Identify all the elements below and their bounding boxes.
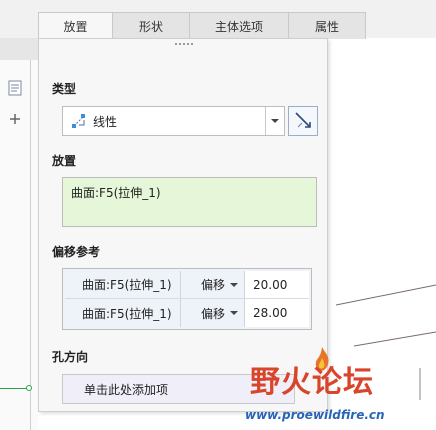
add-icon[interactable] xyxy=(9,113,21,128)
placement-label: 放置 xyxy=(52,154,77,168)
type-selected-value: 线性 xyxy=(93,114,118,129)
placement-reference[interactable]: 曲面:F5(拉伸_1) xyxy=(71,186,161,200)
table-row[interactable]: 曲面:F5(拉伸_1) 偏移 20.00 xyxy=(65,271,309,299)
flip-icon xyxy=(293,110,313,133)
tab-shape[interactable]: 形状 xyxy=(113,12,190,39)
offset-type-dropdown[interactable]: 偏移 xyxy=(181,299,245,327)
model-geometry xyxy=(335,284,436,400)
offset-reference-cell[interactable]: 曲面:F5(拉伸_1) xyxy=(65,271,181,298)
flip-direction-button[interactable] xyxy=(288,106,318,136)
dashboard-tabs: 放置 形状 主体选项 属性 xyxy=(38,12,366,39)
pane-divider[interactable] xyxy=(30,60,31,430)
chevron-down-icon[interactable] xyxy=(265,107,284,135)
hole-direction-label: 孔方向 xyxy=(52,350,89,364)
datum-axis-end xyxy=(26,385,32,391)
offset-type-dropdown[interactable]: 偏移 xyxy=(181,271,245,298)
offset-value-input[interactable]: 28.00 xyxy=(245,299,309,327)
chevron-down-icon xyxy=(230,282,238,287)
tab-body-options[interactable]: 主体选项 xyxy=(190,12,289,39)
tab-properties[interactable]: 属性 xyxy=(289,12,366,39)
tab-placement[interactable]: 放置 xyxy=(38,12,113,39)
offset-value-input[interactable]: 20.00 xyxy=(245,271,309,298)
placement-panel: 类型 线性 放置 曲面:F5(拉伸_1) 偏移参考 曲面:F5(拉伸_1) 偏移… xyxy=(38,38,328,412)
panel-resize-grip[interactable] xyxy=(175,43,193,47)
offset-references-collector[interactable]: 曲面:F5(拉伸_1) 偏移 20.00 曲面:F5(拉伸_1) 偏移 28.0… xyxy=(62,268,312,330)
offset-references-label: 偏移参考 xyxy=(52,245,101,259)
hole-direction-placeholder: 单击此处添加项 xyxy=(84,382,169,397)
type-label: 类型 xyxy=(52,82,77,96)
placement-collector[interactable]: 曲面:F5(拉伸_1) xyxy=(62,177,317,227)
model-tree-settings-icon[interactable] xyxy=(8,80,22,99)
model-tree-header xyxy=(0,38,38,60)
type-dropdown[interactable]: 线性 xyxy=(62,106,285,136)
offset-reference-cell[interactable]: 曲面:F5(拉伸_1) xyxy=(65,299,181,327)
chevron-down-icon xyxy=(230,311,238,315)
watermark-url: www.proewildfire.cn xyxy=(245,408,385,422)
linear-hole-icon xyxy=(71,113,87,129)
table-row[interactable]: 曲面:F5(拉伸_1) 偏移 28.00 xyxy=(65,299,309,327)
watermark-title: 野火论坛 xyxy=(250,365,374,400)
